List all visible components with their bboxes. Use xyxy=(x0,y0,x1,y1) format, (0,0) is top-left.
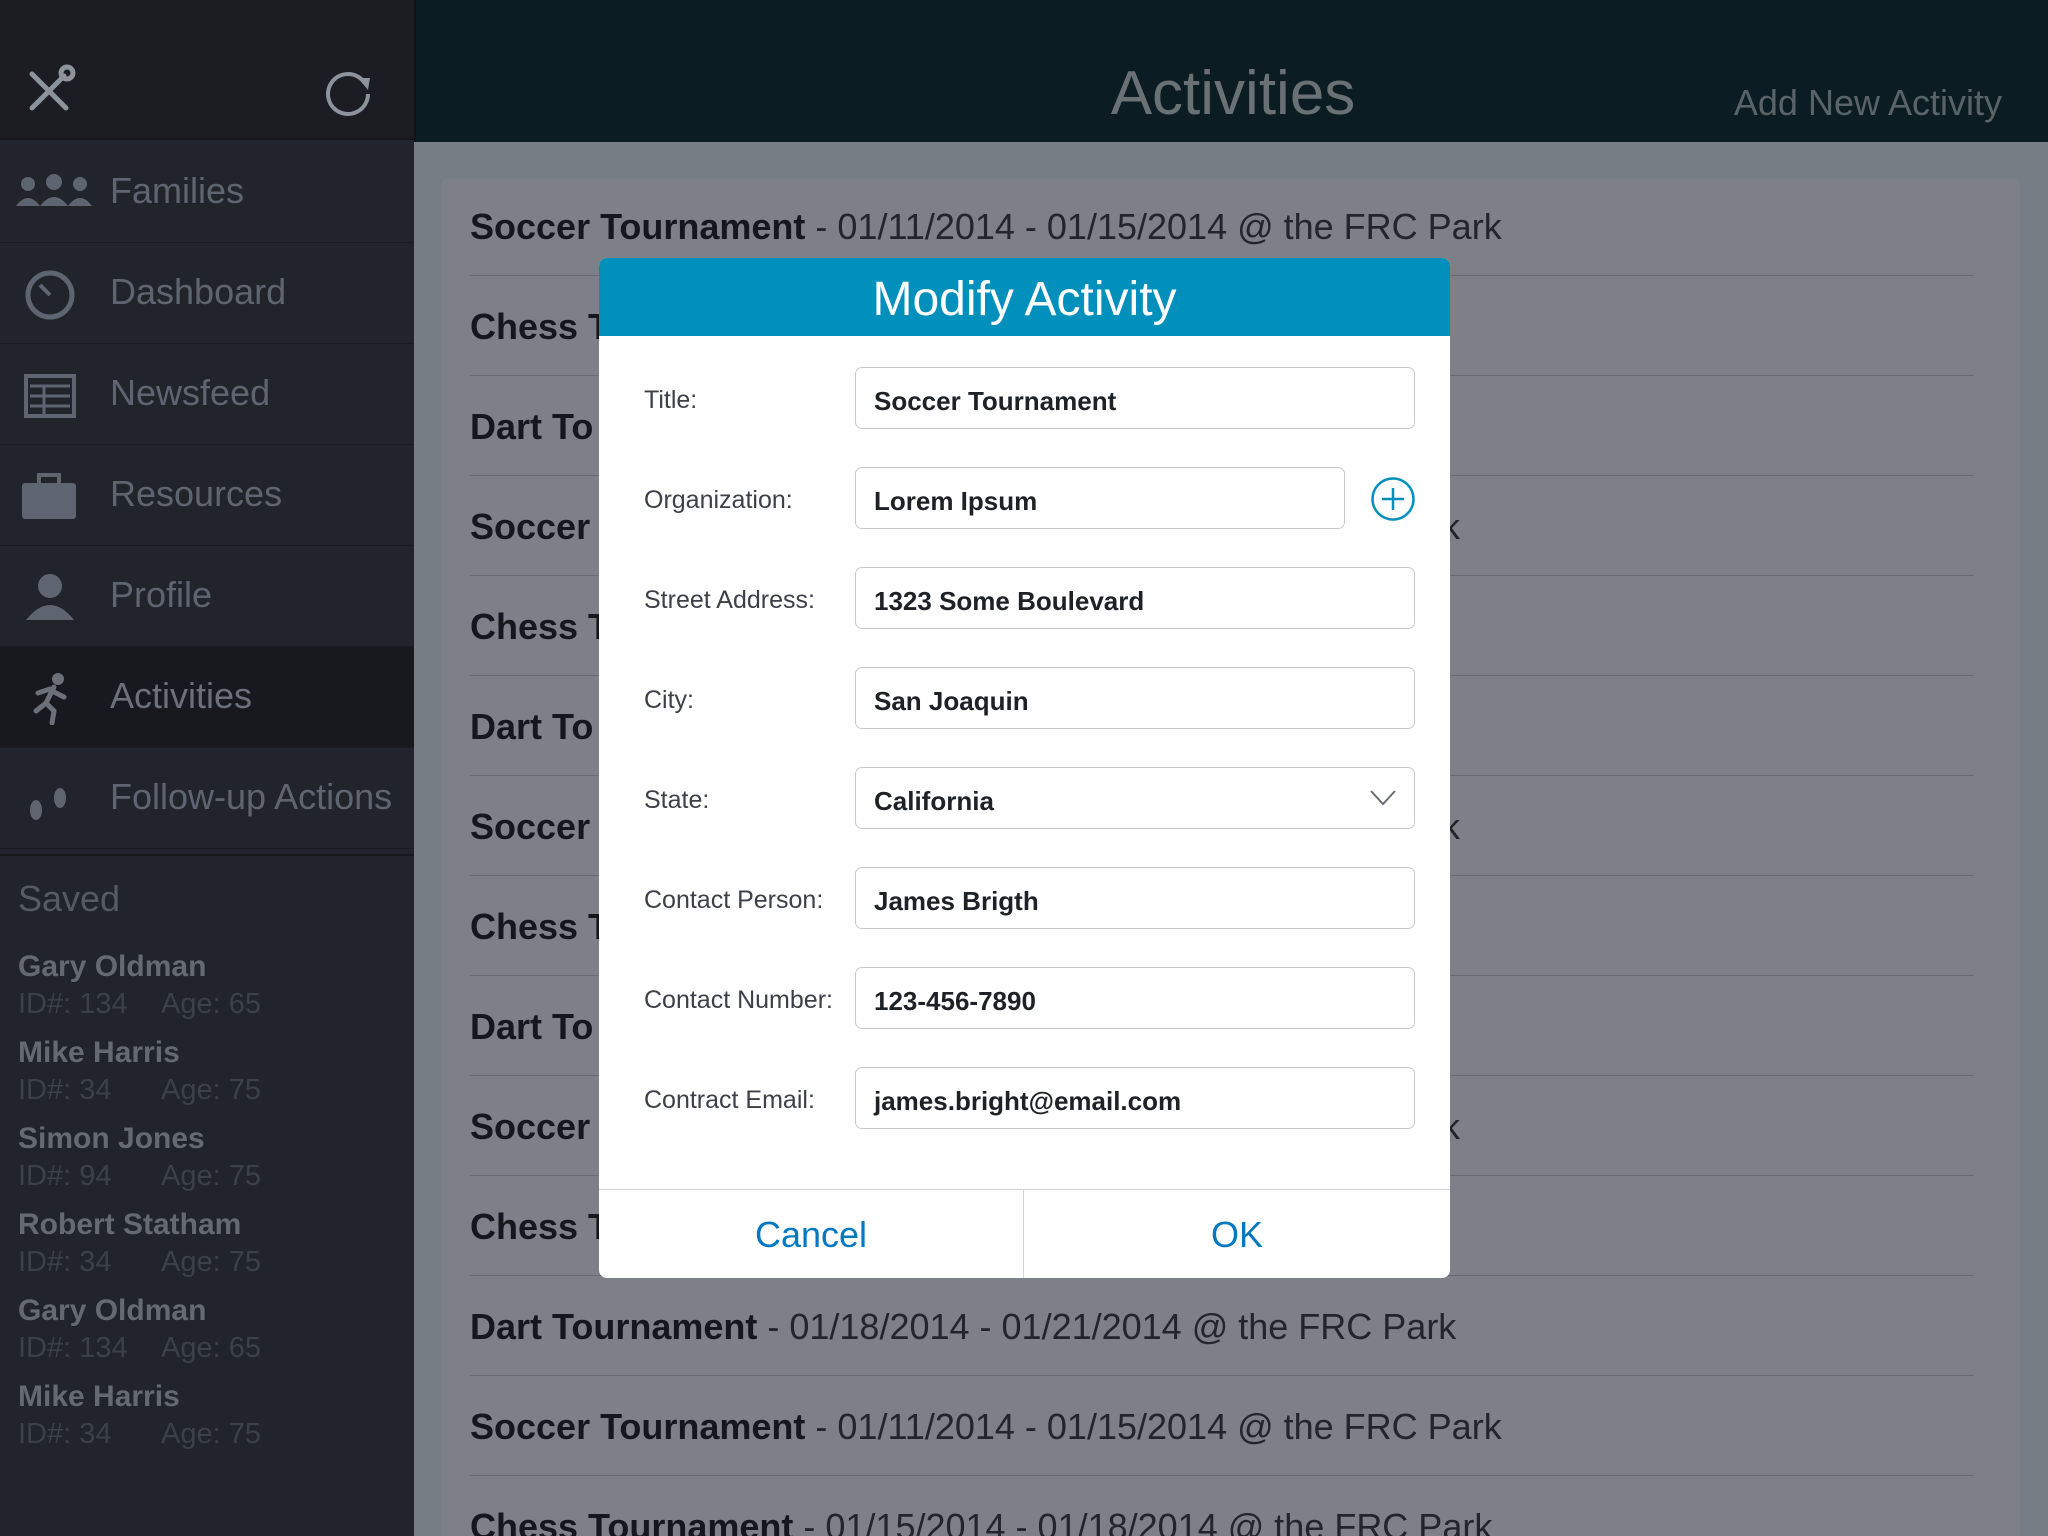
cancel-button[interactable]: Cancel xyxy=(599,1190,1024,1278)
cancel-label: Cancel xyxy=(754,1214,868,1255)
contact-person-field[interactable]: James Brigth xyxy=(855,867,1415,929)
title-value: Soccer Tournament xyxy=(874,386,1117,416)
street-address-label: Street Address: xyxy=(644,586,815,614)
dialog-footer: Cancel OK xyxy=(599,1189,1450,1278)
city-field[interactable]: San Joaquin xyxy=(855,667,1415,729)
add-organization-button[interactable] xyxy=(1370,476,1416,522)
title-label: Title: xyxy=(644,386,698,414)
contact-number-label: Contact Number: xyxy=(644,986,833,1014)
contact-person-value: James Brigth xyxy=(874,886,1039,916)
contact-email-label: Contract Email: xyxy=(644,1086,815,1114)
state-value: California xyxy=(874,786,994,816)
ok-label: OK xyxy=(1210,1214,1263,1255)
contact-email-field[interactable]: james.bright@email.com xyxy=(855,1067,1415,1129)
street-address-field[interactable]: 1323 Some Boulevard xyxy=(855,567,1415,629)
organization-label: Organization: xyxy=(644,486,793,514)
ok-button[interactable]: OK xyxy=(1024,1190,1450,1278)
state-select[interactable]: California xyxy=(855,767,1415,829)
title-field[interactable]: Soccer Tournament xyxy=(855,367,1415,429)
plus-circle-icon xyxy=(1371,477,1415,521)
dialog-header: Modify Activity xyxy=(599,258,1450,336)
contact-number-field[interactable]: 123-456-7890 xyxy=(855,967,1415,1029)
modify-activity-dialog: Modify Activity Title: Soccer Tournament… xyxy=(599,258,1450,1278)
state-label: State: xyxy=(644,786,710,814)
city-value: San Joaquin xyxy=(874,686,1029,716)
city-label: City: xyxy=(644,686,694,714)
contact-person-label: Contact Person: xyxy=(644,886,824,914)
contact-number-value: 123-456-7890 xyxy=(874,986,1036,1016)
organization-field[interactable]: Lorem Ipsum xyxy=(855,467,1345,529)
street-address-value: 1323 Some Boulevard xyxy=(874,586,1145,616)
contact-email-value: james.bright@email.com xyxy=(874,1086,1182,1116)
chevron-down-icon xyxy=(1370,790,1396,806)
dialog-title: Modify Activity xyxy=(872,273,1177,326)
organization-value: Lorem Ipsum xyxy=(874,486,1038,516)
